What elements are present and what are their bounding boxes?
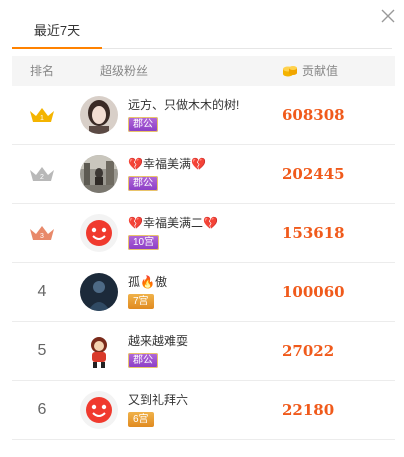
- cartoon-figure-avatar: [80, 332, 118, 370]
- gold-crown-icon: 1: [30, 108, 54, 122]
- avatar[interactable]: [80, 96, 118, 134]
- contribution-value: 27022: [282, 342, 335, 360]
- fan-level-badge: 7宫: [128, 294, 154, 309]
- rank-cell: 5: [37, 342, 47, 359]
- street-photo-avatar: [80, 155, 118, 193]
- table-header: 排名 超级粉丝 贡献值: [12, 56, 395, 86]
- fan-name[interactable]: 又到礼拜六: [128, 391, 188, 408]
- fan-level-badge: 郡公: [128, 117, 158, 132]
- table-row[interactable]: 5 越来越难耍 郡公 27022: [12, 322, 395, 381]
- red-smiley-avatar: [80, 214, 118, 252]
- fan-name[interactable]: 远方、只做木木的树!: [128, 96, 239, 113]
- fan-level-badge: 郡公: [128, 353, 158, 368]
- svg-text:2: 2: [40, 174, 44, 181]
- contribution-value: 22180: [282, 401, 335, 419]
- girl-photo-avatar: [80, 96, 118, 134]
- avatar[interactable]: [80, 332, 118, 370]
- header-contribution: 贡献值: [282, 56, 338, 86]
- svg-text:3: 3: [40, 233, 44, 240]
- fan-level-badge: 10宫: [128, 235, 160, 250]
- fan-level-badge: 郡公: [128, 176, 158, 191]
- rank-cell: 1: [12, 86, 72, 144]
- rank-cell: 3: [12, 204, 72, 262]
- avatar[interactable]: [80, 155, 118, 193]
- rank-cell: 4: [37, 283, 47, 300]
- svg-text:1: 1: [40, 115, 44, 122]
- table-row[interactable]: 2 💔幸福美满💔 郡公 202445: [12, 145, 395, 204]
- fan-name[interactable]: 越来越难耍: [128, 332, 188, 349]
- table-row[interactable]: 1 远方、只做木木的树! 郡公 608308: [12, 86, 395, 145]
- fan-name[interactable]: 孤🔥傲: [128, 273, 167, 290]
- contribution-value: 153618: [282, 224, 345, 242]
- fan-level-badge: 6宫: [128, 412, 154, 427]
- avatar[interactable]: [80, 214, 118, 252]
- silver-crown-icon: 2: [30, 167, 54, 181]
- contribution-value: 608308: [282, 106, 345, 124]
- contribution-value: 202445: [282, 165, 345, 183]
- red-smiley-avatar: [80, 391, 118, 429]
- table-row[interactable]: 4 孤🔥傲 7宫 100060: [12, 263, 395, 322]
- coins-icon: [283, 66, 297, 77]
- avatar[interactable]: [80, 391, 118, 429]
- fan-name[interactable]: 💔幸福美满二💔: [128, 214, 218, 231]
- header-rank: 排名: [29, 64, 54, 78]
- table-row[interactable]: 3 💔幸福美满二💔 10宫 153618: [12, 204, 395, 263]
- header-contribution-label: 贡献值: [302, 64, 339, 78]
- bronze-crown-icon: 3: [30, 226, 54, 240]
- rank-cell: 2: [12, 145, 72, 203]
- fan-name[interactable]: 💔幸福美满💔: [128, 155, 206, 172]
- tab-recent-7-days[interactable]: 最近7天: [12, 14, 102, 49]
- dark-photo-avatar: [80, 273, 118, 311]
- contribution-value: 100060: [282, 283, 345, 301]
- avatar[interactable]: [80, 273, 118, 311]
- table-row[interactable]: 6 又到礼拜六 6宫 22180: [12, 381, 395, 440]
- tab-bar: 最近7天: [12, 14, 392, 49]
- rank-cell: 6: [37, 401, 47, 418]
- header-fan: 超级粉丝: [100, 64, 149, 78]
